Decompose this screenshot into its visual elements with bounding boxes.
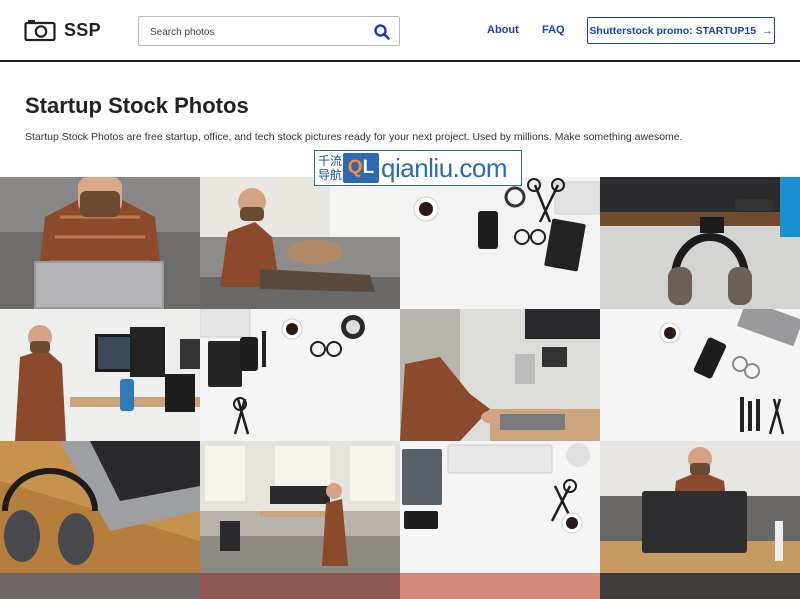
laptop-headphones-photo [0, 441, 200, 573]
loft-office-photo [200, 441, 400, 573]
watermark-logo: 千流 导航 QL qianliu.com [314, 150, 522, 186]
page-description: Startup Stock Photos are free startup, o… [25, 131, 683, 143]
nav-about-link[interactable]: About [487, 24, 519, 36]
logo-text: SSP [64, 19, 101, 40]
search-icon[interactable] [373, 23, 391, 41]
flatlay-notebook-photo [200, 309, 400, 441]
photo-tile[interactable] [600, 573, 800, 599]
man-working-laptop-photo [400, 309, 600, 441]
page-title: Startup Stock Photos [25, 93, 249, 118]
photo-tile[interactable] [400, 441, 600, 573]
promo-button[interactable]: Shutterstock promo: STARTUP15 → [587, 17, 775, 44]
nav-faq-link[interactable]: FAQ [542, 24, 565, 36]
photo-tile[interactable] [600, 309, 800, 441]
photo-tile[interactable] [200, 573, 400, 599]
photo-tile[interactable] [0, 573, 200, 599]
flatlay-keyboard-photo [400, 441, 600, 573]
standing-desk-photo [0, 309, 200, 441]
desk-flatlay-photo [400, 177, 600, 309]
partial-photo-dark [600, 573, 800, 599]
watermark-ql-badge: QL [343, 153, 379, 183]
site-header: SSP About FAQ Shutterstock promo: STARTU… [0, 0, 800, 62]
partial-photo-gray [0, 573, 200, 599]
photo-tile[interactable] [0, 177, 200, 309]
photo-tile[interactable] [400, 309, 600, 441]
watermark-url: qianliu.com [381, 152, 508, 183]
man-sofa-laptop-photo [600, 441, 800, 573]
watermark-cn: 千流 导航 [318, 154, 343, 182]
promo-label: Shutterstock promo: STARTUP15 [589, 24, 757, 37]
photo-tile[interactable] [200, 441, 400, 573]
arrow-right-icon: → [762, 24, 773, 37]
search-box [138, 16, 400, 46]
photo-tile[interactable] [0, 309, 200, 441]
photo-tile[interactable] [200, 309, 400, 441]
photo-tile[interactable] [0, 441, 200, 573]
photo-tile[interactable] [400, 177, 600, 309]
man-laptop-photo [0, 177, 200, 309]
photo-tile[interactable] [600, 441, 800, 573]
camera-icon [24, 18, 56, 42]
headphones-photo [600, 177, 800, 309]
photo-tile[interactable] [200, 177, 400, 309]
search-input[interactable] [150, 23, 370, 41]
site-logo[interactable]: SSP [24, 18, 101, 42]
partial-photo-salmon [400, 573, 600, 599]
flatlay-tools-photo [600, 309, 800, 441]
man-couch-dog-photo [200, 177, 400, 309]
partial-photo-brown [200, 573, 400, 599]
photo-tile[interactable] [400, 573, 600, 599]
photo-tile[interactable] [600, 177, 800, 309]
